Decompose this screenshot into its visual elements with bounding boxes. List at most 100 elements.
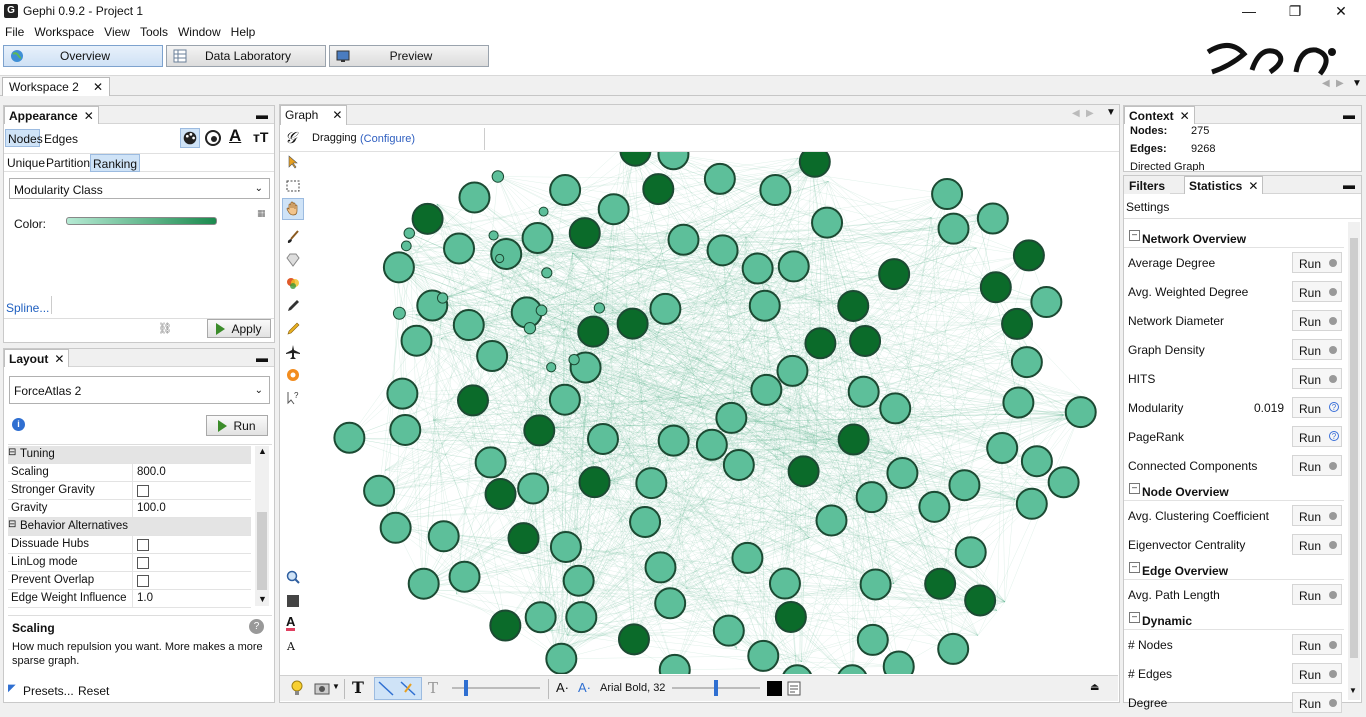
run-button[interactable]: Run [1292,339,1342,360]
tab-scroll-right-icon[interactable]: ▶ [1336,78,1344,89]
color-gradient-bar[interactable] [66,217,217,225]
stats-section-header[interactable]: Edge Overview [1124,562,1344,580]
graph-node[interactable] [987,433,1017,463]
graph-node[interactable] [812,208,842,238]
layout-tab[interactable]: Layout✕ [4,349,69,367]
graph-tab[interactable]: Graph✕ [280,105,347,125]
graph-node[interactable] [496,254,504,262]
chevron-down-icon[interactable]: ▼ [332,682,340,691]
run-button[interactable]: Run [1292,455,1342,476]
scroll-up-icon[interactable]: ▲ [258,446,267,456]
property-checkbox-cell[interactable] [132,554,251,572]
graph-node[interactable] [404,228,414,238]
graph-node[interactable] [743,254,773,284]
statistics-scrollbar[interactable]: ▼ [1348,222,1360,700]
label-color-swatch[interactable] [767,681,782,696]
graph-node[interactable] [760,175,790,205]
graph-node[interactable] [551,532,581,562]
menu-help[interactable]: Help [226,22,261,42]
layout-run-button[interactable]: Run [206,415,268,436]
attributes-icon[interactable] [786,680,802,696]
run-button[interactable]: Run [1292,281,1342,302]
graph-node[interactable] [838,291,868,321]
graph-node[interactable] [1066,397,1096,427]
graph-node[interactable] [708,235,738,265]
network-visualization[interactable] [308,152,1118,674]
graph-node[interactable] [384,252,414,282]
data-laboratory-button[interactable]: Data Laboratory [166,45,326,67]
graph-node[interactable] [849,377,879,407]
label-font-tool-icon[interactable]: A [287,640,295,653]
maximize-button[interactable]: ❐ [1272,2,1318,22]
drag-tool-active[interactable] [282,198,304,220]
graph-node[interactable] [925,569,955,599]
graph-node[interactable] [714,616,744,646]
graph-node[interactable] [1002,309,1032,339]
edge-display-toggle[interactable] [374,677,422,700]
run-button[interactable]: Run [1292,584,1342,605]
graph-node[interactable] [1003,388,1033,418]
graph-node[interactable] [1049,467,1079,497]
graph-node[interactable] [650,294,680,324]
stats-section-header[interactable]: Node Overview [1124,483,1344,501]
help-cursor-icon[interactable]: ? [285,390,301,406]
graph-node[interactable] [578,317,608,347]
graph-node[interactable] [659,426,689,456]
graph-node[interactable] [547,363,556,372]
graph-node[interactable] [570,218,600,248]
close-icon[interactable]: ✕ [54,352,64,366]
properties-scrollbar[interactable]: ▲ ▼ [255,446,269,606]
stats-section-header[interactable]: Dynamic [1124,612,1344,630]
statistics-tab[interactable]: Statistics✕ [1184,176,1263,194]
graph-node[interactable] [450,562,480,592]
property-checkbox[interactable] [137,575,149,587]
graph-node[interactable] [1031,287,1061,317]
graph-node[interactable] [542,268,552,278]
graph-node[interactable] [509,523,539,553]
graph-node[interactable] [429,521,459,551]
graph-node[interactable] [645,552,675,582]
graph-node[interactable] [658,152,688,169]
graph-node[interactable] [550,175,580,205]
graph-node[interactable] [861,569,891,599]
graph-node[interactable] [594,303,604,313]
zoom-icon[interactable] [285,569,301,585]
graph-node[interactable] [751,375,781,405]
run-button[interactable]: Run [1292,368,1342,389]
subtab-ranking[interactable]: Ranking [90,154,140,172]
graph-node[interactable] [580,467,610,497]
graph-node[interactable] [458,385,488,415]
run-button[interactable]: Run? [1292,426,1342,447]
reset-button[interactable]: Reset [78,684,109,698]
run-button[interactable]: Run [1292,310,1342,331]
graph-node[interactable] [716,403,746,433]
minimize-icon[interactable]: ▬ [256,108,268,122]
collapse-icon[interactable]: ⊟ [8,519,16,530]
graph-node[interactable] [599,194,629,224]
painter-icon[interactable] [285,275,301,291]
edge-pencil-icon[interactable] [285,321,301,337]
edge-labels-icon[interactable]: T [428,679,438,697]
graph-canvas[interactable] [308,152,1118,674]
info-icon[interactable]: i [12,418,25,431]
tab-list-icon[interactable]: ▼ [1352,78,1362,89]
menu-window[interactable]: Window [173,22,226,42]
graph-node[interactable] [750,291,780,321]
help-icon[interactable]: ? [249,619,264,634]
graph-node[interactable] [782,665,812,674]
property-value[interactable]: 100.0 [132,500,251,518]
graph-node[interactable] [536,305,547,316]
graph-node[interactable] [437,293,447,303]
graph-node[interactable] [668,225,698,255]
property-checkbox-cell[interactable] [132,536,251,554]
subtab-unique[interactable]: Unique [7,156,45,170]
close-button[interactable]: ✕ [1318,2,1364,22]
graph-node[interactable] [454,310,484,340]
graph-node[interactable] [939,214,969,244]
label-size-slider-thumb[interactable] [714,680,718,696]
graph-node[interactable] [334,423,364,453]
property-section[interactable]: ⊟Behavior Alternatives [8,518,251,536]
graph-node[interactable] [1012,347,1042,377]
pencil-icon[interactable] [285,298,301,314]
graph-node[interactable] [588,424,618,454]
